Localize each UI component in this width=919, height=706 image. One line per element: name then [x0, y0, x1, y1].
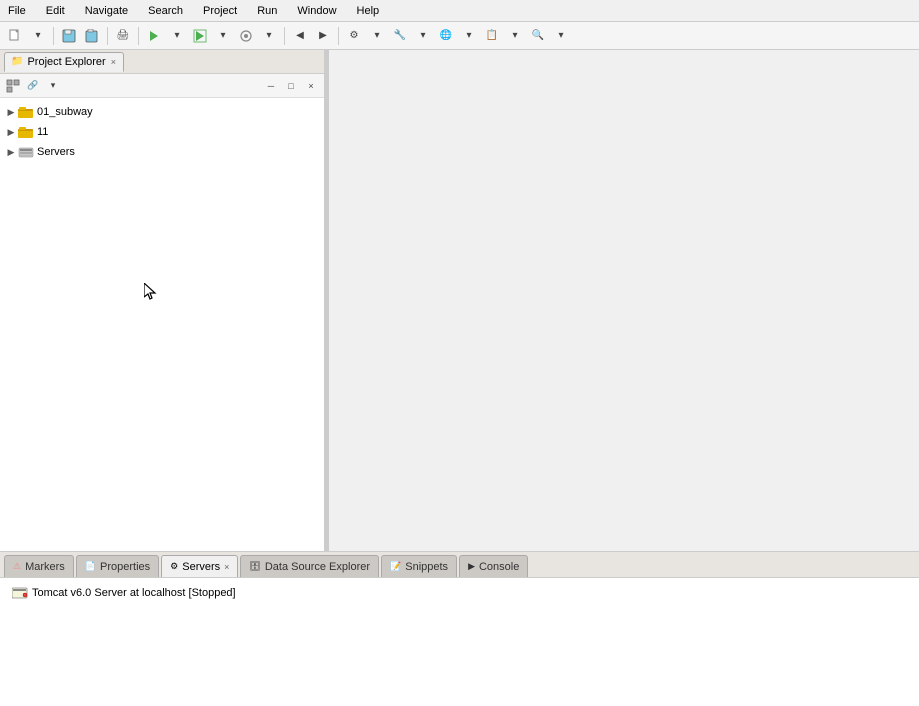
maximize-button[interactable]: □	[282, 77, 300, 95]
debug-dropdown[interactable]: ▾	[212, 25, 234, 47]
toolbar-group-1: ▾	[4, 25, 49, 47]
misc-btn3[interactable]: 🌐	[435, 25, 457, 47]
sep-4	[284, 27, 285, 45]
label-servers: Servers	[37, 146, 75, 158]
misc-dropdown5[interactable]: ▾	[550, 25, 572, 47]
console-icon: ▶	[468, 561, 475, 572]
menu-search[interactable]: Search	[144, 3, 187, 19]
tab-datasource[interactable]: 🗄 Data Source Explorer	[240, 555, 379, 577]
tree-item-01subway[interactable]: ▶ 01_subway	[0, 102, 324, 122]
debug-button[interactable]	[189, 25, 211, 47]
expander-servers[interactable]: ▶	[4, 145, 18, 159]
sep-5	[338, 27, 339, 45]
run-dropdown[interactable]: ▾	[166, 25, 188, 47]
menu-navigate[interactable]: Navigate	[81, 3, 132, 19]
save-button[interactable]	[58, 25, 80, 47]
tab-snippets[interactable]: 📝 Snippets	[381, 555, 457, 577]
project-explorer-tab-label: Project Explorer	[27, 56, 105, 68]
misc-btn4[interactable]: 📋	[481, 25, 503, 47]
collapse-all-button[interactable]	[4, 77, 22, 95]
left-panel-toolbar: 🔗 ▾ ─ □ ×	[0, 74, 324, 98]
misc-btn1[interactable]: ⚙	[343, 25, 365, 47]
sep-3	[138, 27, 139, 45]
menu-file[interactable]: File	[4, 3, 30, 19]
tab-console-label: Console	[479, 561, 519, 573]
new-dropdown[interactable]: ▾	[27, 25, 49, 47]
tab-servers-label: Servers	[182, 561, 220, 573]
servers-tab-close[interactable]: ×	[224, 562, 229, 572]
main-toolbar: ▾ 🖨 ▾ ▾ ▾	[0, 22, 919, 50]
sep-2	[107, 27, 108, 45]
tab-snippets-label: Snippets	[405, 561, 448, 573]
back-button[interactable]: ◀	[289, 25, 311, 47]
icon-11	[18, 124, 34, 140]
servers-tab-icon: ⚙	[170, 561, 178, 572]
new-button[interactable]	[4, 25, 26, 47]
tab-properties-label: Properties	[100, 561, 150, 573]
server-list-item[interactable]: Tomcat v6.0 Server at localhost [Stopped…	[8, 582, 911, 604]
toolbar-group-nav: ◀ ▶	[289, 25, 334, 47]
label-11: 11	[37, 126, 48, 138]
misc-dropdown1[interactable]: ▾	[366, 25, 388, 47]
server-item-label: Tomcat v6.0 Server at localhost [Stopped…	[32, 587, 236, 599]
snippets-icon: 📝	[390, 561, 401, 572]
view-menu-button[interactable]: ▾	[44, 77, 62, 95]
editor-area	[329, 50, 919, 551]
tree-item-servers[interactable]: ▶ Servers	[0, 142, 324, 162]
menu-window[interactable]: Window	[293, 3, 340, 19]
expander-11[interactable]: ▶	[4, 125, 18, 139]
ext-dropdown[interactable]: ▾	[258, 25, 280, 47]
label-01subway: 01_subway	[37, 106, 93, 118]
project-tree[interactable]: ▶ 01_subway ▶	[0, 98, 324, 551]
toolbar-group-2	[58, 25, 103, 47]
misc-btn2[interactable]: 🔧	[389, 25, 411, 47]
tab-servers[interactable]: ⚙ Servers ×	[161, 555, 238, 577]
misc-dropdown2[interactable]: ▾	[412, 25, 434, 47]
left-panel-tab-bar: 📁 Project Explorer ×	[0, 50, 324, 74]
bottom-panel: ⚠ Markers 📄 Properties ⚙ Servers × 🗄	[0, 551, 919, 706]
misc-btn5[interactable]: 🔍	[527, 25, 549, 47]
tab-properties[interactable]: 📄 Properties	[76, 555, 159, 577]
toolbar-group-misc: ⚙ ▾ 🔧 ▾ 🌐 ▾ 📋 ▾ 🔍 ▾	[343, 25, 572, 47]
link-with-editor-button[interactable]: 🔗	[24, 77, 42, 95]
toolbar-group-run: ▾ ▾ ▾	[143, 25, 280, 47]
tree-item-11[interactable]: ▶ 11	[0, 122, 324, 142]
menu-project[interactable]: Project	[199, 3, 241, 19]
toolbar-group-3: 🖨	[112, 25, 134, 47]
properties-icon: 📄	[85, 561, 96, 572]
icon-01subway	[18, 104, 34, 120]
tab-console[interactable]: ▶ Console	[459, 555, 528, 577]
menu-edit[interactable]: Edit	[42, 3, 69, 19]
menu-run[interactable]: Run	[253, 3, 281, 19]
run-button[interactable]	[143, 25, 165, 47]
forward-button[interactable]: ▶	[312, 25, 334, 47]
misc-dropdown3[interactable]: ▾	[458, 25, 480, 47]
misc-dropdown4[interactable]: ▾	[504, 25, 526, 47]
server-item-icon	[12, 585, 28, 601]
bottom-tab-bar: ⚠ Markers 📄 Properties ⚙ Servers × 🗄	[0, 552, 919, 578]
tab-markers-label: Markers	[25, 561, 65, 573]
datasource-icon: 🗄	[249, 561, 260, 572]
minimize-button[interactable]: ─	[262, 77, 280, 95]
markers-icon: ⚠	[13, 561, 21, 572]
menu-bar: File Edit Navigate Search Project Run Wi…	[0, 0, 919, 22]
close-panel-button[interactable]: ×	[302, 77, 320, 95]
servers-content: Tomcat v6.0 Server at localhost [Stopped…	[0, 578, 919, 706]
tab-markers[interactable]: ⚠ Markers	[4, 555, 74, 577]
print-button[interactable]: 🖨	[112, 25, 134, 47]
left-panel: 📁 Project Explorer × 🔗 ▾ ─ □ ×	[0, 50, 325, 551]
ext-tools-button[interactable]	[235, 25, 257, 47]
tab-datasource-label: Data Source Explorer	[265, 561, 370, 573]
project-explorer-close[interactable]: ×	[110, 57, 117, 67]
sep-1	[53, 27, 54, 45]
icon-servers	[18, 144, 34, 160]
menu-help[interactable]: Help	[353, 3, 384, 19]
save-all-button[interactable]	[81, 25, 103, 47]
expander-01subway[interactable]: ▶	[4, 105, 18, 119]
project-explorer-tab[interactable]: 📁 Project Explorer ×	[4, 52, 124, 72]
